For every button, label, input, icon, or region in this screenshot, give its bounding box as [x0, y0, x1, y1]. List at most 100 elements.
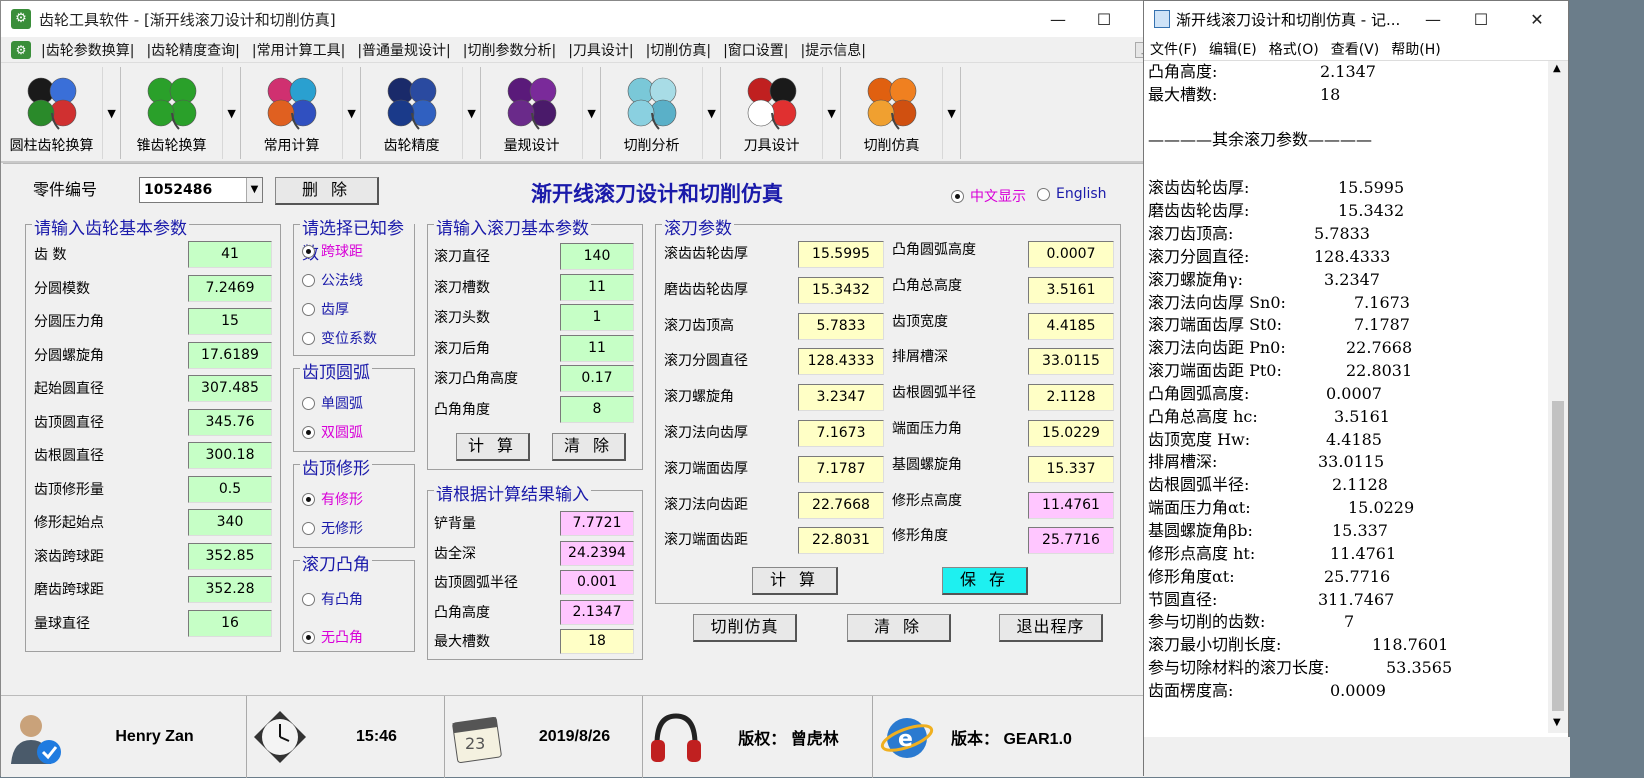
- chevron-down-icon[interactable]: ▼: [462, 67, 480, 159]
- option-radio[interactable]: 无修形: [302, 518, 363, 538]
- param-input[interactable]: 352.85: [188, 542, 272, 570]
- notepad-menu-file[interactable]: 文件(F): [1144, 39, 1203, 59]
- notepad-title-bar: 渐开线滚刀设计和切削仿真 - 记... — ☐ ✕: [1144, 1, 1568, 37]
- param-input[interactable]: 0.5: [188, 475, 272, 503]
- toolbar-label: 刀具设计: [743, 138, 800, 154]
- chevron-down-icon[interactable]: ▼: [246, 178, 262, 202]
- notepad-vertical-scrollbar[interactable]: ▲ ▼: [1548, 61, 1568, 733]
- notepad-minimize-button[interactable]: —: [1410, 1, 1456, 37]
- param-label: 分圆压力角: [34, 314, 104, 330]
- lang-english-radio[interactable]: English: [1037, 186, 1107, 202]
- hob-param-label: 凸角总高度: [892, 277, 962, 294]
- scroll-down-icon[interactable]: ▼: [1553, 717, 1561, 728]
- notepad-line: 滚刀最小切削长度: 118.7601: [1148, 634, 1538, 656]
- option-radio[interactable]: 双圆弧: [302, 422, 363, 442]
- menu-cutting-analysis[interactable]: |切削参数分析|: [457, 40, 562, 60]
- param-input[interactable]: 345.76: [188, 408, 272, 436]
- menu-cutting-sim[interactable]: |切削仿真|: [640, 40, 717, 60]
- param-input[interactable]: 15: [188, 308, 272, 335]
- hob-clear-button[interactable]: 清 除: [552, 433, 626, 461]
- cutting-sim-button[interactable]: 切削仿真: [693, 614, 797, 642]
- toolbar-button[interactable]: 切削分析: [601, 67, 702, 159]
- chevron-down-icon[interactable]: ▼: [582, 67, 600, 159]
- hob-input[interactable]: 0.17: [560, 365, 634, 392]
- result-input[interactable]: 18: [560, 629, 634, 654]
- toolbar-button[interactable]: 圆柱齿轮换算: [1, 67, 102, 159]
- result-input[interactable]: 24.2394: [560, 540, 634, 566]
- toolbar-button[interactable]: 量规设计: [481, 67, 582, 159]
- option-radio[interactable]: 齿厚: [302, 299, 349, 319]
- toolbar-button[interactable]: 齿轮精度: [361, 67, 462, 159]
- notepad-maximize-button[interactable]: ☐: [1458, 1, 1504, 37]
- notepad-line-value: 0.0007: [1326, 383, 1382, 403]
- part-number-select[interactable]: 1052486 ▼: [139, 177, 263, 203]
- notepad-menu-format[interactable]: 格式(O): [1263, 39, 1325, 59]
- headphones-icon: [651, 713, 701, 762]
- toolbar-button[interactable]: 常用计算: [241, 67, 342, 159]
- chevron-down-icon[interactable]: ▼: [222, 67, 240, 159]
- exit-button[interactable]: 退出程序: [999, 614, 1103, 642]
- option-radio[interactable]: 有凸角: [302, 589, 363, 609]
- hob-input[interactable]: 11: [560, 273, 634, 301]
- notepad-menu-view[interactable]: 查看(V): [1325, 39, 1386, 59]
- notepad-line-label: 滚刀法向齿厚 Sn0:: [1148, 292, 1286, 312]
- menu-tool-design[interactable]: |刀具设计|: [562, 40, 639, 60]
- toolbar-button[interactable]: 刀具设计: [721, 67, 822, 159]
- menu-calc-tools[interactable]: |常用计算工具|: [246, 40, 351, 60]
- result-input[interactable]: 7.7721: [560, 511, 634, 536]
- hob-param-label: 磨齿齿轮齿厚: [664, 281, 748, 298]
- toolbar-label: 常用计算: [263, 138, 320, 154]
- option-radio[interactable]: 跨球距: [302, 241, 363, 261]
- option-radio[interactable]: 有修形: [302, 489, 363, 509]
- param-input[interactable]: 7.2469: [188, 274, 272, 302]
- hob-input[interactable]: 11: [560, 334, 634, 362]
- toolbar-item: 常用计算 ▼: [241, 67, 361, 159]
- chevron-down-icon[interactable]: ▼: [102, 67, 120, 159]
- toolbar-button[interactable]: 锥齿轮换算: [121, 67, 222, 159]
- result-input[interactable]: 0.001: [560, 570, 634, 595]
- chevron-down-icon[interactable]: ▼: [942, 67, 960, 159]
- hob-input[interactable]: 140: [560, 243, 634, 270]
- option-radio[interactable]: 公法线: [302, 270, 363, 290]
- lang-chinese-radio[interactable]: 中文显示: [951, 186, 1026, 206]
- param-input[interactable]: 17.6189: [188, 341, 272, 369]
- menu-info[interactable]: |提示信息|: [795, 40, 872, 60]
- chevron-down-icon[interactable]: ▼: [702, 67, 720, 159]
- toolbar-item: 切削分析 ▼: [601, 67, 721, 159]
- result-input-group: 请根据计算结果输入 铲背量 7.7721 齿全深 24.2394 齿顶圆弧半径 0.001…: [427, 480, 643, 660]
- menu-gear-accuracy[interactable]: |齿轮精度查询|: [140, 40, 245, 60]
- clear-all-button[interactable]: 清 除: [847, 614, 951, 642]
- maximize-button[interactable]: ☐: [1081, 1, 1127, 37]
- scroll-thumb[interactable]: [1552, 401, 1564, 711]
- chevron-down-icon[interactable]: ▼: [342, 67, 360, 159]
- notepad-menu-edit[interactable]: 编辑(E): [1203, 39, 1263, 59]
- option-radio[interactable]: 变位系数: [302, 328, 377, 348]
- param-input[interactable]: 352.28: [188, 576, 272, 603]
- menu-window[interactable]: |窗口设置|: [717, 40, 794, 60]
- params-calc-button[interactable]: 计 算: [752, 567, 838, 595]
- notepad-close-button[interactable]: ✕: [1514, 1, 1560, 37]
- chevron-down-icon[interactable]: ▼: [822, 67, 840, 159]
- option-radio[interactable]: 无凸角: [302, 627, 363, 647]
- menu-gear-conversion[interactable]: |齿轮参数换算|: [35, 40, 140, 60]
- param-input[interactable]: 307.485: [188, 375, 272, 402]
- param-input[interactable]: 300.18: [188, 442, 272, 469]
- param-input[interactable]: 340: [188, 509, 272, 536]
- toolbar-button[interactable]: 切削仿真: [841, 67, 942, 159]
- notepad-menu-help[interactable]: 帮助(H): [1385, 39, 1446, 59]
- delete-button[interactable]: 删 除: [275, 177, 379, 205]
- save-button[interactable]: 保 存: [942, 567, 1028, 595]
- scroll-up-icon[interactable]: ▲: [1553, 63, 1561, 74]
- param-input[interactable]: 16: [188, 609, 272, 637]
- result-input[interactable]: 2.1347: [560, 599, 634, 625]
- hob-calc-button[interactable]: 计 算: [456, 433, 530, 461]
- minimize-button[interactable]: —: [1035, 1, 1081, 37]
- notepad-text-area[interactable]: 凸角高度: 2.1347 最大槽数: 18 ————其余滚刀参数———— 滚齿齿轮齿厚: 1…: [1148, 61, 1542, 733]
- param-input[interactable]: 41: [188, 241, 272, 268]
- gear-menu-icon[interactable]: ⚙: [11, 40, 31, 59]
- option-radio[interactable]: 单圆弧: [302, 393, 363, 413]
- notepad-line-value: 11.4761: [1330, 543, 1397, 563]
- menu-gauge-design[interactable]: |普通量规设计|: [351, 40, 456, 60]
- hob-input[interactable]: 1: [560, 304, 634, 331]
- hob-input[interactable]: 8: [560, 395, 634, 423]
